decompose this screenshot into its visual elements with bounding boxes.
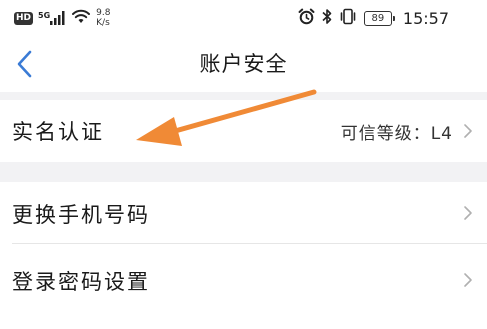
- hd-icon: HD: [14, 11, 34, 25]
- page-title: 账户安全: [199, 52, 288, 76]
- vibrate-icon: [339, 8, 357, 29]
- navigation-bar: 账户安全: [0, 36, 487, 92]
- bluetooth-icon: [322, 8, 332, 29]
- login-password-settings-label: 登录密码设置: [12, 270, 150, 294]
- status-bar-right: 89 15:57: [298, 6, 449, 30]
- app-screen: HD 5G 9.8 K/s 89 15:57 账户安全 实名认证 可信等级：L4…: [0, 0, 487, 329]
- network-type-label: 5G: [38, 11, 51, 20]
- chevron-right-icon: [464, 206, 472, 220]
- speed-unit: K/s: [96, 18, 110, 28]
- wifi-icon: [71, 8, 91, 28]
- real-name-verification-label: 实名认证: [12, 120, 104, 144]
- status-bar: HD 5G 9.8 K/s 89 15:57: [0, 0, 487, 36]
- change-phone-number-label: 更换手机号码: [12, 203, 150, 227]
- battery-icon: 89: [363, 10, 395, 26]
- status-time: 15:57: [402, 8, 449, 28]
- change-phone-number-row[interactable]: 更换手机号码: [0, 182, 487, 244]
- status-bar-left: HD 5G 9.8 K/s: [14, 6, 110, 30]
- real-name-verification-row[interactable]: 实名认证 可信等级：L4: [0, 100, 487, 162]
- chevron-right-icon: [464, 124, 472, 138]
- trust-level-value: 可信等级：L4: [340, 124, 453, 144]
- network-speed: 9.8 K/s: [96, 8, 110, 28]
- alarm-icon: [298, 8, 315, 29]
- login-password-settings-row[interactable]: 登录密码设置: [0, 244, 487, 329]
- speed-value: 9.8: [96, 8, 111, 18]
- chevron-right-icon: [464, 273, 472, 287]
- signal-icon: 5G: [38, 11, 66, 25]
